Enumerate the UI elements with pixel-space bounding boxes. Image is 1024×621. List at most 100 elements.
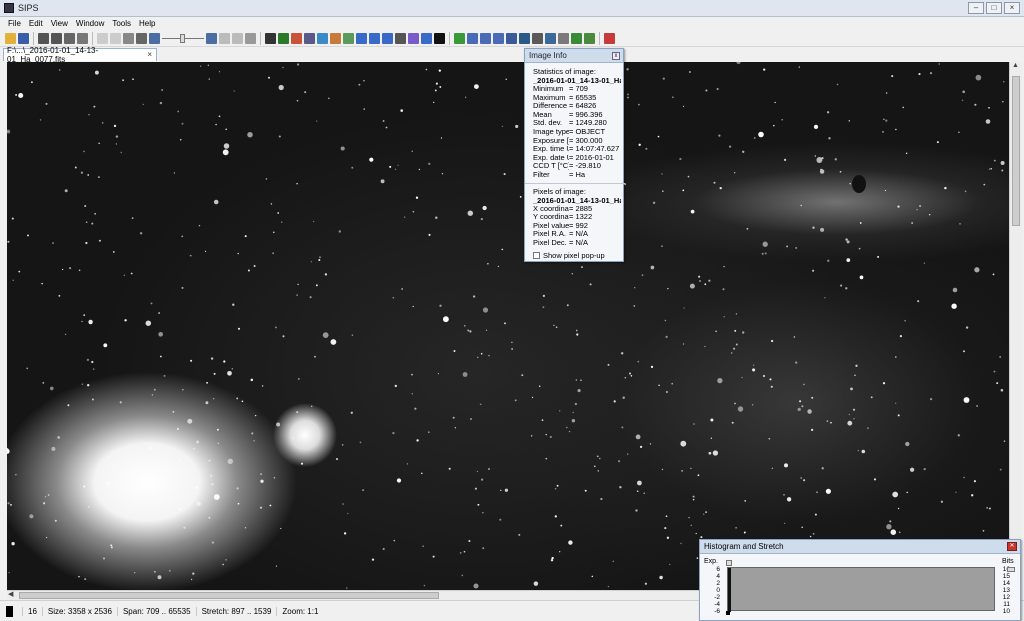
show-pixel-popup-option[interactable]: Show pixel pop-up	[533, 251, 623, 260]
horizontal-scroll-thumb[interactable]	[19, 592, 439, 599]
scroll-left-icon[interactable]: ◀	[8, 590, 13, 598]
grid-icon[interactable]	[136, 32, 147, 44]
stats-key: Filter	[533, 170, 550, 179]
invert-icon[interactable]	[434, 32, 445, 44]
vertical-scrollbar[interactable]: ▲	[1009, 62, 1022, 590]
exp-scale-value: -2	[714, 594, 720, 601]
brightness-slider[interactable]	[162, 33, 204, 44]
menu-tools[interactable]: Tools	[112, 19, 131, 28]
bits-slider-handle[interactable]	[1007, 567, 1015, 572]
image-viewport[interactable]	[7, 62, 1009, 590]
focuser-icon[interactable]	[77, 32, 88, 44]
script2-icon[interactable]	[480, 32, 491, 44]
arrow-icon[interactable]	[454, 32, 465, 44]
menu-help[interactable]: Help	[139, 19, 155, 28]
show-pixel-popup-checkbox[interactable]	[533, 251, 540, 259]
tab-close-icon[interactable]: ×	[147, 50, 152, 59]
stats-key: Image type	[533, 127, 569, 136]
menu-view[interactable]: View	[51, 19, 68, 28]
close-button[interactable]: ×	[1004, 2, 1020, 14]
star-icon[interactable]	[291, 32, 302, 44]
histogram-peak	[728, 568, 731, 612]
tab-strip: F:\...\_2016-01-01_14-13-01_Ha_0077.fits…	[0, 46, 1024, 64]
text-icon[interactable]	[395, 32, 406, 44]
minimize-button[interactable]: –	[968, 2, 984, 14]
layers-icon[interactable]	[356, 32, 367, 44]
layers2-icon[interactable]	[369, 32, 380, 44]
pixels-key: Pixel Dec.	[533, 238, 567, 247]
dim-icon[interactable]	[110, 32, 121, 44]
photometry-icon[interactable]	[408, 32, 419, 44]
menu-window[interactable]: Window	[76, 19, 104, 28]
stats-key: Std. dev.	[533, 119, 563, 128]
zoom-icon[interactable]	[584, 32, 595, 44]
chart-icon[interactable]	[506, 32, 517, 44]
palette-icon[interactable]	[330, 32, 341, 44]
exp-slider-handle[interactable]	[726, 560, 732, 566]
pixels-key: Y coordinate	[533, 213, 569, 222]
exp-label: Exp.	[704, 558, 719, 565]
pixels-header: Pixels of image:	[533, 186, 586, 196]
toolbar-separator	[449, 31, 450, 45]
script-icon[interactable]	[467, 32, 478, 44]
image-info-title: Image Info x	[525, 49, 623, 63]
filter-wheel-icon[interactable]	[64, 32, 75, 44]
exp-scale-value: -4	[714, 601, 720, 608]
curve-icon[interactable]	[317, 32, 328, 44]
menu-edit[interactable]: Edit	[29, 19, 43, 28]
camera-icon[interactable]	[38, 32, 49, 44]
menu-file[interactable]: File	[8, 19, 21, 28]
brightness-slider-thumb[interactable]	[180, 33, 185, 43]
bits-scale-value: 10	[1002, 608, 1010, 615]
guide-icon[interactable]	[571, 32, 582, 44]
sips-app-window: SIPS – □ × File Edit View Window Tools H…	[0, 0, 1024, 621]
vertical-scroll-thumb[interactable]	[1012, 76, 1020, 226]
status-bits: 16	[22, 606, 42, 616]
show-pixel-popup-label: Show pixel pop-up	[543, 250, 605, 260]
stats-key: Exposure [s]	[533, 136, 569, 145]
histogram-panel: Histogram and Stretch ✕ Exp. Bits 6 4 2 0 -2…	[699, 539, 1021, 621]
exp-scale-value: -6	[714, 608, 720, 615]
bits-scale-value: 15	[1002, 573, 1010, 580]
stack-icon[interactable]	[304, 32, 315, 44]
script3-icon[interactable]	[493, 32, 504, 44]
telescope-icon[interactable]	[532, 32, 543, 44]
align-icon[interactable]	[343, 32, 354, 44]
toolbar-separator	[33, 31, 34, 45]
columns-icon[interactable]	[232, 32, 243, 44]
speaker-mute-icon[interactable]	[604, 32, 615, 44]
histogram-close-icon[interactable]: ✕	[1007, 542, 1017, 551]
bits-scale-value: 13	[1002, 587, 1010, 594]
gear-icon[interactable]	[265, 32, 276, 44]
camera2-icon[interactable]	[51, 32, 62, 44]
tab-image-file[interactable]: F:\...\_2016-01-01_14-13-01_Ha_0077.fits…	[3, 46, 157, 64]
columns2-icon[interactable]	[245, 32, 256, 44]
image-info-close-icon[interactable]: x	[612, 52, 620, 60]
menu-bar: File Edit View Window Tools Help	[0, 17, 1024, 29]
bits-scale-value: 14	[1002, 580, 1010, 587]
table-icon[interactable]	[149, 32, 160, 44]
page2-icon[interactable]	[219, 32, 230, 44]
save-icon[interactable]	[18, 32, 29, 44]
histogram-title-text: Histogram and Stretch	[704, 542, 784, 551]
pixels-value: = N/A	[569, 237, 588, 247]
page-icon[interactable]	[206, 32, 217, 44]
target-icon[interactable]	[278, 32, 289, 44]
lock-icon[interactable]	[558, 32, 569, 44]
dim-icon[interactable]	[97, 32, 108, 44]
color-swatch	[6, 605, 13, 617]
open-folder-icon[interactable]	[5, 32, 16, 44]
histogram-title: Histogram and Stretch ✕	[700, 540, 1020, 554]
maximize-button[interactable]: □	[986, 2, 1002, 14]
status-span: Span: 709 .. 65535	[116, 606, 196, 616]
window-icon[interactable]	[421, 32, 432, 44]
stats-value: = Ha	[569, 169, 586, 179]
scroll-up-icon[interactable]: ▲	[1012, 62, 1019, 69]
histogram-plot[interactable]	[727, 567, 995, 612]
globe-icon[interactable]	[519, 32, 530, 44]
mount-icon[interactable]	[545, 32, 556, 44]
black-point-marker[interactable]	[726, 611, 730, 615]
tools-icon[interactable]	[123, 32, 134, 44]
calibrate-icon[interactable]	[382, 32, 393, 44]
pixels-key: Pixel R.A.	[533, 230, 566, 239]
